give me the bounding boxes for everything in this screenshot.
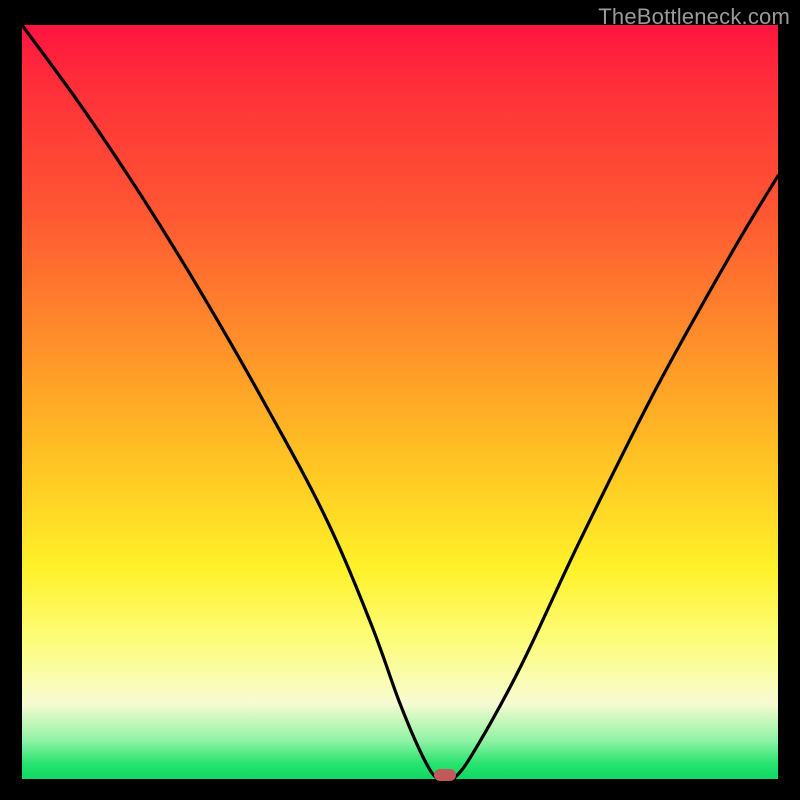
optimum-marker <box>434 769 456 781</box>
watermark-text: TheBottleneck.com <box>598 4 790 30</box>
bottleneck-curve <box>22 25 778 779</box>
chart-frame: TheBottleneck.com <box>0 0 800 800</box>
plot-area <box>22 25 778 779</box>
